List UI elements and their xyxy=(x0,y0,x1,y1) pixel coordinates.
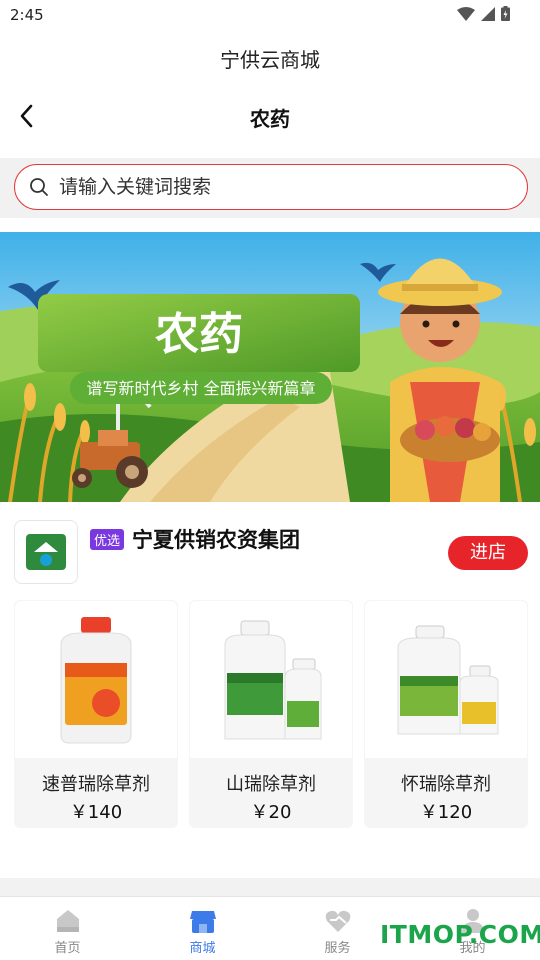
preferred-badge: 优选 xyxy=(90,529,125,550)
wifi-icon xyxy=(457,6,475,21)
banner-subtitle: 谱写新时代乡村 全面振兴新篇章 xyxy=(86,379,315,398)
product-list: 速普瑞除草剂 ￥140 山瑞除草剂 ￥20 怀瑞除草剂 ￥120 xyxy=(14,600,528,828)
shop-icon xyxy=(190,911,216,933)
farmer-graphic xyxy=(378,258,502,502)
banner-title: 农药 xyxy=(155,309,243,360)
product-image xyxy=(15,601,177,758)
shop-row: 优选 宁夏供销农资集团 进店 xyxy=(14,520,528,586)
tab-label: 首页 xyxy=(54,941,81,956)
product-card[interactable]: 山瑞除草剂 ￥20 xyxy=(189,600,353,828)
product-card[interactable]: 速普瑞除草剂 ￥140 xyxy=(14,600,178,828)
status-time: 2:45 xyxy=(10,6,44,24)
search-icon xyxy=(30,178,48,196)
page-title: 农药 xyxy=(250,107,290,131)
product-name: 速普瑞除草剂 xyxy=(42,774,150,795)
product-image xyxy=(365,601,527,758)
shop-logo[interactable] xyxy=(14,520,78,584)
status-bar: 2:45 xyxy=(0,0,540,34)
watermark-text: ITMOP.COM xyxy=(380,920,540,949)
category-banner[interactable]: 农药 谱写新时代乡村 全面振兴新篇章 xyxy=(0,232,540,502)
search-bar[interactable] xyxy=(14,164,528,210)
product-name: 怀瑞除草剂 xyxy=(401,774,491,795)
search-input[interactable] xyxy=(59,176,499,198)
shop-logo-image xyxy=(26,534,66,570)
product-card[interactable]: 怀瑞除草剂 ￥120 xyxy=(364,600,528,828)
app-title: 宁供云商城 xyxy=(220,48,320,72)
enter-shop-button[interactable]: 进店 xyxy=(448,536,528,570)
nav-bar: 农药 xyxy=(0,88,540,144)
product-price: ￥20 xyxy=(250,802,292,823)
product-price: ￥120 xyxy=(419,802,473,823)
tab-home[interactable]: 首页 xyxy=(0,897,135,960)
banner-illustration: 农药 谱写新时代乡村 全面振兴新篇章 xyxy=(0,232,540,502)
product-name: 山瑞除草剂 xyxy=(226,774,316,795)
signal-icon xyxy=(481,6,495,21)
status-icons xyxy=(457,6,510,21)
shop-name: 宁夏供销农资集团 xyxy=(132,528,300,552)
search-section xyxy=(0,158,540,218)
section-divider xyxy=(0,878,540,896)
tab-label: 商城 xyxy=(189,941,216,956)
tab-shop[interactable]: 商城 xyxy=(135,897,270,960)
product-price: ￥140 xyxy=(69,802,123,823)
battery-icon xyxy=(501,6,510,21)
home-icon xyxy=(57,910,79,932)
product-image xyxy=(190,601,352,758)
service-icon xyxy=(325,910,351,932)
